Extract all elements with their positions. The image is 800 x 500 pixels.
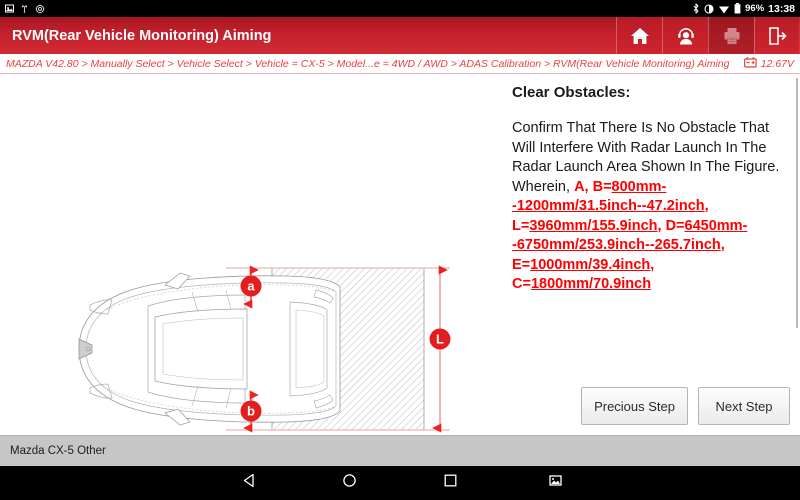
exit-icon — [767, 26, 787, 46]
status-footer: Mazda CX-5 Other — [0, 435, 800, 466]
spec-sep-4: , — [650, 256, 655, 273]
nav-home-button[interactable] — [319, 466, 379, 500]
dimension-label-a: a — [247, 279, 255, 294]
nav-screenshot-icon — [548, 474, 562, 492]
voltage-indicator: 12.67V — [743, 56, 800, 71]
spec-c-value: 1800mm/70.9inch — [530, 276, 652, 292]
tablet-screen: 96% 13:38 RVM(Rear Vehicle Monitoring) A… — [0, 0, 800, 500]
header-toolbar — [616, 17, 800, 54]
exit-button[interactable] — [754, 17, 800, 54]
nav-recents-button[interactable] — [420, 466, 480, 500]
nav-recents-icon — [444, 474, 457, 492]
spec-e-value: 1000mm/39.4inch — [530, 256, 651, 273]
spec-c-label: C= — [512, 276, 531, 292]
spec-ab-label: A, B= — [574, 178, 612, 195]
voltage-value: 12.67V — [760, 57, 794, 70]
battery-percent: 96% — [745, 3, 765, 14]
panel-scrollbar[interactable] — [796, 78, 798, 328]
instruction-heading-text: Clear Obstacles — [512, 84, 626, 101]
spec-d-label: D= — [665, 217, 685, 234]
content-area: a b L Clear Obstacles: Confirm That Ther… — [0, 74, 800, 435]
print-button[interactable] — [708, 17, 754, 54]
brightness-icon — [704, 3, 714, 14]
bluetooth-icon — [692, 3, 700, 14]
spec-e-label: E= — [512, 256, 531, 273]
dimension-label-b: b — [247, 404, 255, 419]
support-headset-icon — [676, 26, 696, 46]
dimension-label-l: L — [436, 332, 444, 347]
android-nav-bar — [0, 466, 800, 500]
settings-gear-icon — [35, 4, 45, 14]
nav-back-icon — [242, 473, 257, 493]
breadcrumb-path: MAZDA V42.80 > Manually Select > Vehicle… — [6, 57, 730, 70]
page-title: RVM(Rear Vehicle Monitoring) Aiming — [12, 27, 272, 44]
previous-step-button[interactable]: Precious Step — [581, 387, 688, 425]
home-icon — [630, 26, 650, 46]
home-button[interactable] — [616, 17, 662, 54]
clock: 13:38 — [768, 2, 795, 15]
status-bar-left-icons — [5, 4, 45, 14]
nav-back-button[interactable] — [219, 466, 279, 500]
spec-l-label: L= — [512, 217, 530, 234]
instruction-panel: Clear Obstacles: Confirm That There Is N… — [505, 74, 800, 435]
usb-debug-icon — [20, 4, 29, 13]
battery-icon — [734, 3, 741, 14]
android-status-bar: 96% 13:38 — [0, 0, 800, 17]
nav-screenshot-button[interactable] — [525, 466, 585, 500]
print-icon — [722, 26, 742, 46]
status-bar-right-icons: 96% 13:38 — [692, 3, 795, 15]
spec-sep-2: , — [657, 217, 666, 234]
instruction-heading-colon: : — [625, 84, 631, 101]
rvm-radar-launch-area-diagram: a b L — [78, 265, 451, 433]
app-header: RVM(Rear Vehicle Monitoring) Aiming — [0, 17, 800, 54]
instruction-body: Confirm That There Is No Obstacle That W… — [512, 119, 784, 295]
spec-l-value: 3960mm/155.9inch — [529, 217, 658, 234]
diagram-panel: a b L — [0, 74, 505, 435]
next-step-button[interactable]: Next Step — [698, 387, 790, 425]
screenshot-icon — [5, 4, 14, 13]
spec-sep-3: , — [720, 237, 725, 253]
support-button[interactable] — [662, 17, 708, 54]
nav-home-icon — [342, 473, 357, 493]
battery-voltage-icon — [743, 56, 757, 71]
spec-sep-1: , — [704, 198, 709, 214]
step-button-row: Precious Step Next Step — [581, 387, 790, 425]
vehicle-info-label: Mazda CX-5 Other — [10, 445, 106, 457]
wifi-icon — [718, 4, 730, 14]
breadcrumb: MAZDA V42.80 > Manually Select > Vehicle… — [0, 54, 800, 74]
instruction-heading: Clear Obstacles: — [512, 84, 784, 101]
